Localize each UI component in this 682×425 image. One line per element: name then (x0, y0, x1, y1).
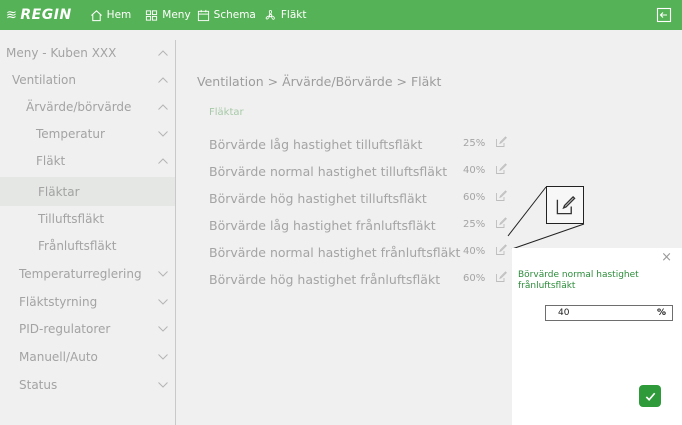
checkmark-icon (645, 392, 655, 401)
chevron-down-icon (158, 131, 168, 137)
sidebar-item-temperatur[interactable]: Temperatur (0, 121, 175, 147)
sidebar-item-flaktstyrning[interactable]: Fläktstyrning (0, 289, 175, 315)
sidebar-item-manuell-auto[interactable]: Manuell/Auto (0, 344, 175, 370)
setpoint-value: 25% (463, 219, 486, 230)
zoomed-edit-callout (546, 186, 584, 224)
sidebar-item-label: Fläktstyrning (19, 295, 98, 309)
setpoint-row-low-exhaust: Börvärde låg hastighet frånluftsfläkt 25… (209, 215, 519, 237)
sidebar-item-arvarde-borvarde[interactable]: Ärvärde/börvärde (0, 94, 175, 120)
chevron-up-icon (158, 77, 168, 83)
section-title: Fläktar (209, 107, 244, 118)
chevron-down-icon (158, 326, 168, 332)
grid-icon (146, 9, 158, 21)
setpoint-label: Börvärde hög hastighet frånluftsfläkt (209, 272, 441, 287)
setpoint-row-high-supply: Börvärde hög hastighet tilluftsfläkt 60% (209, 188, 519, 210)
chevron-down-icon (158, 299, 168, 305)
nav-flakt-button[interactable]: Fläkt (264, 9, 307, 22)
sidebar-menu: Meny - Kuben XXX Ventilation Ärvärde/bör… (0, 40, 176, 425)
nav-flakt-label: Fläkt (280, 9, 307, 21)
logo-text: REGIN (20, 7, 72, 23)
sidebar-item-label: Tilluftsfläkt (38, 212, 105, 226)
nav-home-button[interactable]: Hem (90, 9, 132, 22)
edit-icon[interactable] (495, 163, 507, 175)
sidebar-item-temperaturreglering[interactable]: Temperaturreglering (0, 261, 175, 287)
setpoint-input-value: 40 (558, 308, 570, 318)
sidebar-item-flaktar[interactable]: Fläktar (0, 177, 175, 206)
setpoint-input[interactable]: 40 % (545, 305, 673, 321)
logout-icon[interactable] (656, 7, 672, 23)
setpoint-label: Börvärde normal hastighet frånluftsfläkt (209, 245, 461, 260)
edit-icon[interactable] (495, 217, 507, 229)
calendar-icon (197, 9, 209, 21)
sidebar-item-flakt[interactable]: Fläkt (0, 148, 175, 174)
setpoint-label: Börvärde låg hastighet frånluftsfläkt (209, 218, 436, 233)
setpoint-label: Börvärde hög hastighet tilluftsfläkt (209, 191, 427, 206)
sidebar-item-label: Ventilation (12, 73, 76, 87)
setpoint-row-low-supply: Börvärde låg hastighet tilluftsfläkt 25% (209, 134, 519, 156)
sidebar-item-ventilation[interactable]: Ventilation (0, 67, 175, 93)
sidebar-item-pid-regulatorer[interactable]: PID-regulatorer (0, 316, 175, 342)
sidebar-item-label: Fläkt (36, 154, 66, 168)
setpoint-row-normal-supply: Börvärde normal hastighet tilluftsfläkt … (209, 161, 519, 183)
fan-icon (265, 9, 275, 20)
sidebar-item-status[interactable]: Status (0, 372, 175, 398)
setpoint-value: 40% (463, 165, 486, 176)
regin-logo[interactable]: ≋ REGIN (6, 7, 72, 23)
setpoint-label: Börvärde låg hastighet tilluftsfläkt (209, 137, 423, 152)
sidebar-item-label: Status (19, 378, 58, 392)
edit-icon[interactable] (495, 190, 507, 202)
sidebar-item-franluftsflakt[interactable]: Frånluftsfläkt (0, 233, 175, 259)
nav-menu-button[interactable]: Meny (145, 9, 191, 22)
sidebar-item-label: Frånluftsfläkt (38, 239, 117, 253)
setpoint-label: Börvärde normal hastighet tilluftsfläkt (209, 164, 448, 179)
sidebar-item-label: Manuell/Auto (19, 350, 98, 364)
setpoint-value: 60% (463, 273, 486, 284)
nav-menu-label: Meny (162, 9, 191, 21)
chevron-down-icon (158, 354, 168, 360)
nav-schema-label: Schema (213, 9, 256, 21)
edit-icon (556, 195, 576, 215)
chevron-up-icon (158, 50, 168, 56)
setpoint-value: 25% (463, 138, 486, 149)
sidebar-item-label: Ärvärde/börvärde (26, 100, 132, 114)
edit-icon[interactable] (495, 271, 507, 283)
sidebar-item-label: Fläktar (38, 184, 80, 199)
edit-icon[interactable] (495, 136, 507, 148)
sidebar-item-label: Temperaturreglering (19, 267, 142, 281)
chevron-up-icon (158, 158, 168, 164)
chevron-down-icon (158, 382, 168, 388)
close-icon[interactable]: × (661, 250, 672, 265)
sidebar-item-label: Temperatur (36, 127, 105, 141)
setpoint-input-unit: % (656, 308, 666, 318)
home-icon (90, 9, 102, 21)
setpoint-row-high-exhaust: Börvärde hög hastighet frånluftsfläkt 60… (209, 269, 519, 291)
setpoint-value: 60% (463, 192, 486, 203)
sidebar-item-tilluftsflakt[interactable]: Tilluftsfläkt (0, 206, 175, 232)
edit-icon[interactable] (495, 244, 507, 256)
sidebar-item-label: PID-regulatorer (19, 322, 111, 336)
setpoint-value: 40% (463, 246, 486, 257)
confirm-button[interactable] (639, 385, 661, 407)
edit-setpoint-dialog: × Börvärde normal hastighet frånluftsflä… (512, 248, 682, 425)
dialog-title: Börvärde normal hastighet frånluftsfläkt (518, 270, 639, 291)
top-bar: ≋ REGIN Hem Meny Schema Fläkt (0, 0, 682, 30)
sidebar-item-label: Meny - Kuben XXX (6, 46, 117, 60)
setpoint-row-normal-exhaust: Börvärde normal hastighet frånluftsfläkt… (209, 242, 519, 264)
chevron-up-icon (158, 104, 168, 110)
nav-schema-button[interactable]: Schema (197, 9, 256, 22)
logo-waves-icon: ≋ (6, 7, 18, 23)
breadcrumb: Ventilation > Ärvärde/Börvärde > Fläkt (197, 74, 442, 89)
sidebar-item-menu-kuben[interactable]: Meny - Kuben XXX (0, 40, 175, 66)
nav-home-label: Hem (106, 9, 132, 21)
chevron-down-icon (158, 271, 168, 277)
